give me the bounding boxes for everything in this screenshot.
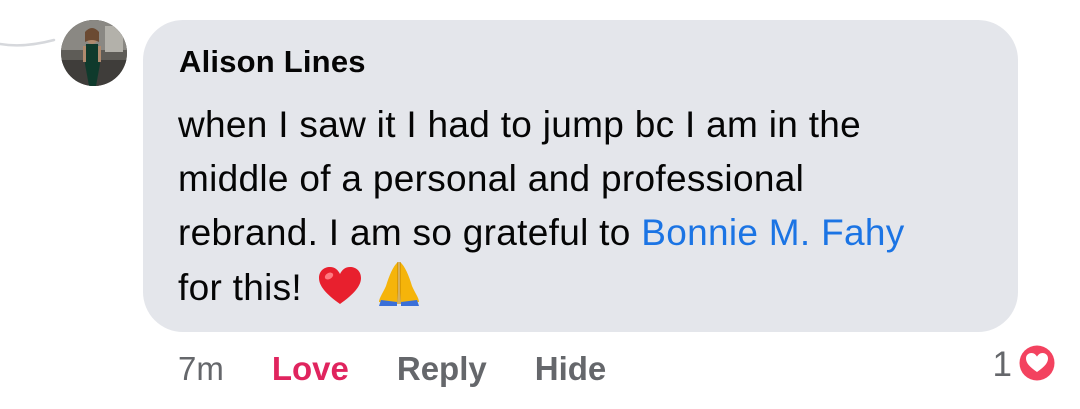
hide-button[interactable]: Hide [535, 350, 607, 388]
comment-text-line: middle of a personal and professional [178, 158, 805, 199]
folded-hands-icon [377, 260, 421, 321]
reaction-count: 1 [992, 345, 1012, 384]
reply-button[interactable]: Reply [397, 350, 487, 388]
love-reaction-icon [1016, 342, 1058, 389]
comment-text-line: when I saw it I had to jump bc I am in t… [178, 104, 862, 145]
love-button[interactable]: Love [272, 350, 349, 388]
comment-text-line: rebrand. I am so grateful to Bonnie M. F… [178, 206, 998, 260]
reply-thread-line [0, 38, 56, 47]
red-heart-icon [317, 266, 363, 321]
mention-link[interactable]: Bonnie M. Fahy [641, 212, 904, 253]
comment-timestamp[interactable]: 7m [178, 350, 224, 388]
reaction-summary[interactable]: 1 [992, 342, 1058, 389]
comment-text-segment: rebrand. I am so grateful to [178, 212, 642, 253]
avatar-photo [61, 20, 127, 86]
comment-text-line: for this! [178, 260, 998, 321]
comment-body: when I saw it I had to jump bc I am in t… [178, 98, 998, 321]
avatar[interactable] [61, 20, 127, 86]
comment-author[interactable]: Alison Lines [179, 44, 366, 80]
comment-actions: 7m Love Reply Hide [178, 347, 606, 391]
comment-text-segment: for this! [178, 267, 303, 308]
comment-container: Alison Lines when I saw it I had to jump… [0, 0, 1080, 409]
